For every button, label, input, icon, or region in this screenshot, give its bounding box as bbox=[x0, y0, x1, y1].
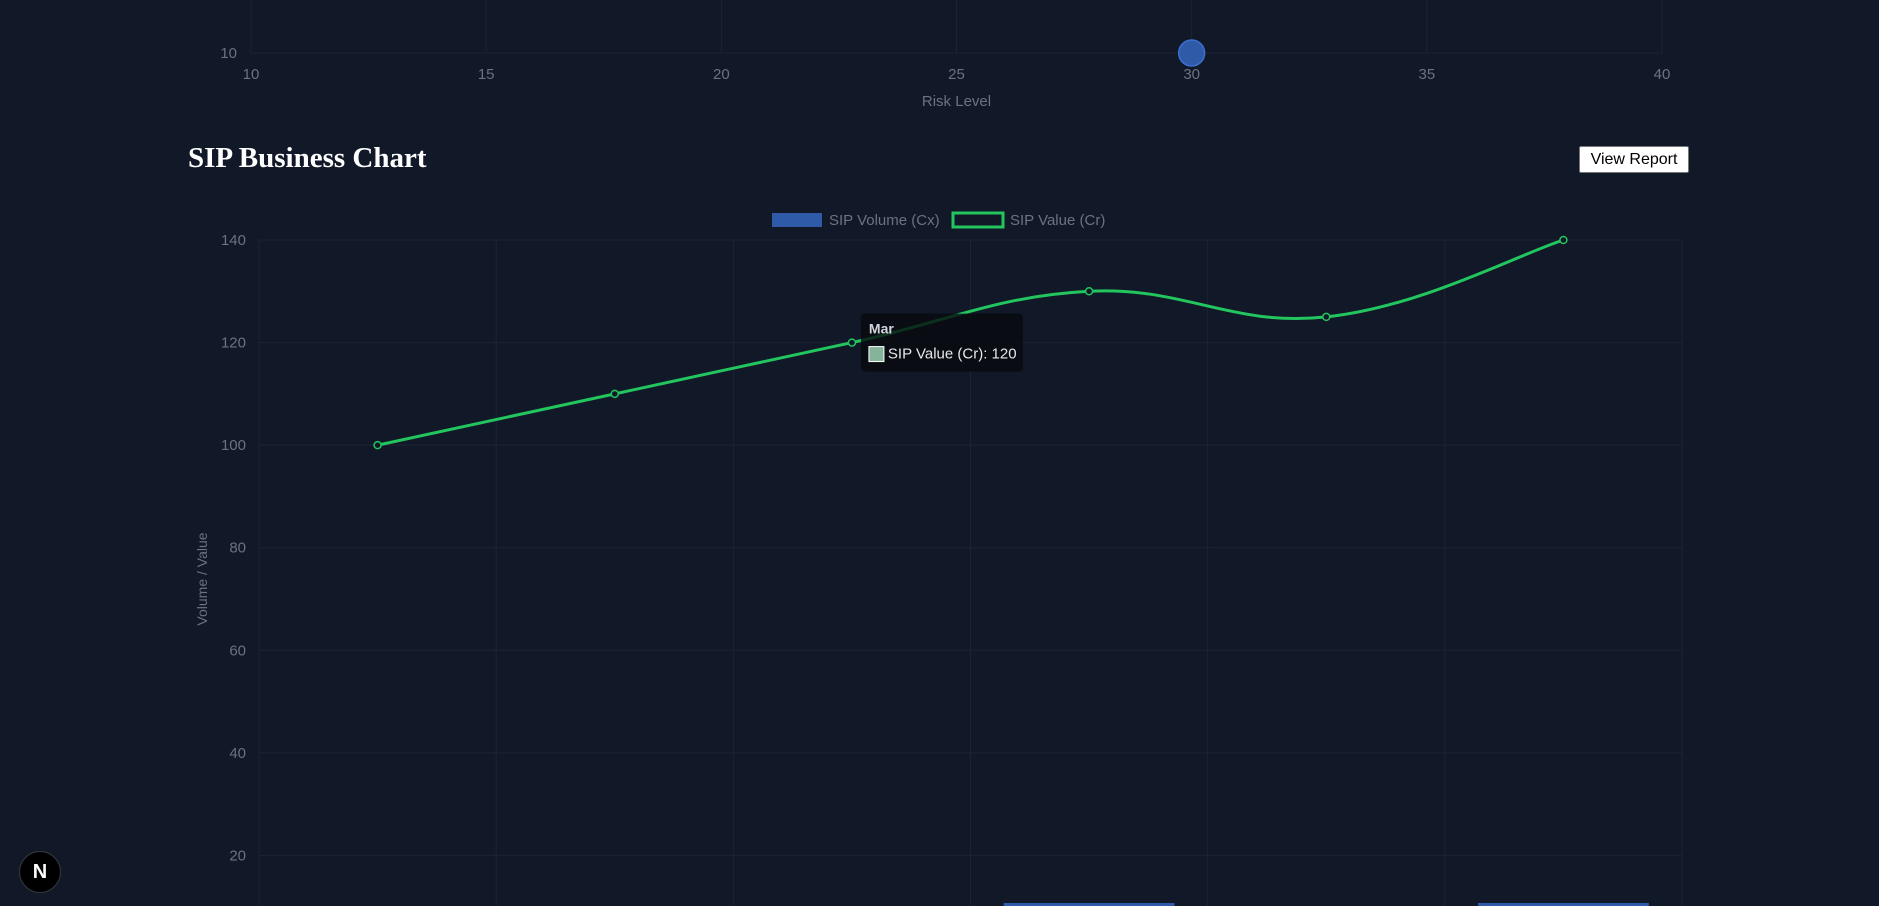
scatter-point[interactable] bbox=[1177, 39, 1206, 67]
view-report-button[interactable]: View Report bbox=[1579, 146, 1689, 173]
x-tick-label: 25 bbox=[948, 66, 965, 83]
legend-value-label[interactable]: SIP Value (Cr) bbox=[1010, 212, 1105, 229]
y-tick-label: 40 bbox=[229, 745, 246, 762]
y-tick-label: 100 bbox=[221, 437, 246, 454]
tooltip-swatch bbox=[868, 346, 885, 363]
tooltip-text: SIP Value (Cr): 120 bbox=[888, 346, 1017, 363]
y-tick-label: 60 bbox=[229, 642, 246, 659]
chart-tooltip: Mar SIP Value (Cr): 120 bbox=[860, 313, 1023, 372]
tooltip-box bbox=[860, 313, 1023, 372]
value-point[interactable] bbox=[1084, 287, 1094, 296]
y-tick-label: 120 bbox=[221, 335, 246, 352]
value-point[interactable] bbox=[610, 389, 619, 399]
y-tick-label: 140 bbox=[221, 232, 246, 249]
x-tick-label: 30 bbox=[1183, 66, 1200, 83]
next-logo-badge[interactable]: N bbox=[19, 851, 61, 893]
y-tick-label: 10 bbox=[220, 45, 237, 62]
value-point[interactable] bbox=[1559, 235, 1568, 245]
x-tick-label: 35 bbox=[1418, 66, 1435, 83]
next-logo-icon: N bbox=[32, 860, 48, 883]
x-tick-label: 20 bbox=[713, 66, 730, 83]
x-tick-label: 15 bbox=[478, 66, 495, 83]
tooltip-title: Mar bbox=[869, 321, 894, 337]
y-tick-label: 80 bbox=[229, 540, 246, 557]
sip-business-chart: 140 120 100 80 60 40 20 Volume / Value SIP Vol… bbox=[194, 211, 1683, 906]
x-tick-label: 40 bbox=[1654, 66, 1671, 83]
legend-value-swatch[interactable] bbox=[951, 211, 1005, 229]
value-line bbox=[377, 238, 1564, 447]
y-tick-label: 20 bbox=[229, 847, 246, 864]
risk-scatter-chart: 10 15 20 25 30 35 40 10 Risk Level bbox=[220, 0, 1671, 110]
x-axis-label: Risk Level bbox=[922, 93, 991, 110]
value-point[interactable] bbox=[373, 440, 382, 450]
page-title: SIP Business Chart bbox=[188, 142, 427, 174]
value-point[interactable] bbox=[847, 338, 857, 347]
y-axis-label: Volume / Value bbox=[194, 532, 210, 625]
value-point[interactable] bbox=[1322, 312, 1331, 322]
legend-volume-swatch[interactable] bbox=[772, 213, 822, 227]
x-tick-label: 10 bbox=[243, 66, 260, 83]
legend-volume-label[interactable]: SIP Volume (Cx) bbox=[829, 212, 940, 229]
